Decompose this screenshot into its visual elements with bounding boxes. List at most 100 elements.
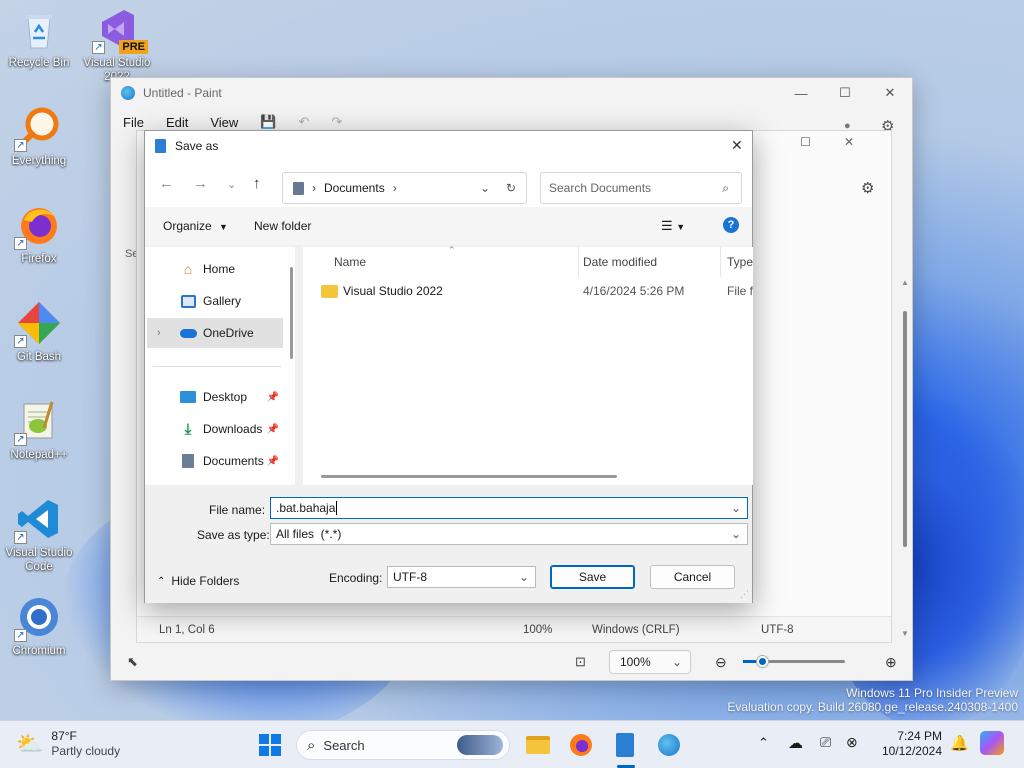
- notepad-taskbar-icon[interactable]: [611, 731, 639, 759]
- everything-search-icon: ↗: [14, 104, 62, 152]
- weather-widget[interactable]: ⛅ 87°F Partly cloudy: [16, 729, 120, 759]
- forward-arrow-icon[interactable]: →: [193, 175, 208, 192]
- paint-minimize-button[interactable]: —: [778, 78, 824, 108]
- network-disconnected-icon[interactable]: ☁: [788, 734, 803, 752]
- refresh-icon[interactable]: ↻: [506, 181, 516, 195]
- desktop-icon-firefox[interactable]: ↗ Firefox: [0, 202, 78, 266]
- desktop-icon-label: Notepad++: [10, 449, 68, 461]
- zoom-out-icon[interactable]: ⊖: [715, 654, 727, 671]
- encoding-value: UTF-8: [393, 570, 427, 584]
- menu-view[interactable]: View: [210, 115, 238, 130]
- firefox-icon: ↗: [14, 202, 62, 250]
- desktop-icon-notepad-plus-plus[interactable]: ↗ Notepad++: [0, 398, 78, 462]
- back-arrow-icon[interactable]: ←: [159, 175, 174, 192]
- nav-item-label: OneDrive: [203, 326, 254, 340]
- encoding-label: Encoding:: [329, 571, 383, 585]
- paint-vertical-scrollbar[interactable]: ▲ ▼: [901, 278, 909, 638]
- documents-location-icon: [293, 181, 304, 195]
- notepad-settings-gear-icon[interactable]: ⚙: [861, 179, 874, 197]
- start-button[interactable]: [256, 731, 284, 759]
- caret-down-icon: ▼: [219, 222, 228, 232]
- nav-item-gallery[interactable]: Gallery: [147, 286, 283, 316]
- save-icon[interactable]: 💾: [260, 114, 276, 130]
- organize-button[interactable]: Organize ▼: [163, 219, 228, 233]
- up-arrow-icon[interactable]: ↑: [253, 175, 261, 192]
- volume-muted-icon[interactable]: ⊗: [846, 734, 858, 751]
- nav-item-downloads[interactable]: ⤓ Downloads 📌: [147, 414, 283, 444]
- home-icon: ⌂: [183, 261, 193, 277]
- paint-maximize-button[interactable]: ☐: [822, 78, 868, 108]
- dialog-lower-panel: File name: .bat.bahaja ⌄ Save as type: A…: [145, 485, 752, 603]
- address-bar[interactable]: › Documents › ⌄ ↻: [282, 172, 527, 204]
- notepad-zoom: 100%: [523, 623, 553, 636]
- expand-chevron-icon[interactable]: ›: [157, 327, 161, 339]
- desktop-icon-visual-studio[interactable]: PRE ↗ Visual Studio 2022: [78, 6, 156, 84]
- notification-bell-icon[interactable]: 🔔: [950, 734, 969, 752]
- search-icon: ⌕: [722, 180, 729, 195]
- nav-item-home[interactable]: ⌂ Home: [147, 254, 283, 284]
- menu-file[interactable]: File: [123, 115, 144, 130]
- menu-edit[interactable]: Edit: [166, 115, 188, 130]
- nav-item-onedrive[interactable]: › OneDrive: [147, 318, 283, 348]
- downloads-icon: ⤓: [184, 420, 192, 438]
- notepad-close-button[interactable]: ✕: [844, 135, 854, 149]
- column-header-date-modified[interactable]: Date modified: [583, 247, 721, 277]
- file-name-input[interactable]: .bat.bahaja ⌄: [270, 497, 748, 519]
- desktop-icon-vscode[interactable]: ↗ Visual Studio Code: [0, 496, 78, 574]
- notepad-maximize-button[interactable]: ☐: [800, 135, 811, 149]
- address-dropdown-chevron-icon[interactable]: ⌄: [480, 181, 490, 195]
- save-as-type-value: All files (*.*): [276, 527, 342, 541]
- cancel-button[interactable]: Cancel: [650, 565, 735, 589]
- save-as-type-label: Save as type:: [197, 528, 270, 542]
- chevron-down-icon[interactable]: ⌄: [731, 501, 741, 515]
- new-folder-button[interactable]: New folder: [254, 219, 311, 233]
- fit-to-window-icon[interactable]: ⊡: [575, 654, 586, 670]
- recent-locations-chevron-icon[interactable]: ⌄: [227, 178, 236, 191]
- hide-folders-button[interactable]: ⌃ Hide Folders: [157, 574, 239, 588]
- paint-zoom-select[interactable]: 100% ⌄: [609, 650, 691, 674]
- text-cursor: [336, 501, 338, 515]
- dialog-close-button[interactable]: ✕: [731, 137, 743, 154]
- display-icon[interactable]: ⎚: [820, 734, 831, 751]
- paint-close-button[interactable]: ✕: [867, 78, 913, 108]
- desktop-icon-git-bash[interactable]: ↗ Git Bash: [0, 300, 78, 364]
- horizontal-scrollbar[interactable]: [303, 469, 753, 483]
- clock[interactable]: 7:24 PM 10/12/2024: [876, 729, 942, 759]
- column-label: Date modified: [583, 255, 658, 269]
- gallery-icon: [179, 293, 197, 309]
- vscode-icon: ↗: [14, 496, 62, 544]
- zoom-slider-thumb[interactable]: [757, 656, 768, 667]
- zoom-in-icon[interactable]: ⊕: [885, 654, 897, 671]
- firefox-taskbar-icon[interactable]: [567, 731, 595, 759]
- breadcrumb-documents[interactable]: Documents: [324, 181, 385, 195]
- folder-icon: [321, 284, 338, 298]
- column-header-type[interactable]: Type: [727, 247, 753, 277]
- desktop-icon-everything[interactable]: ↗ Everything: [0, 104, 78, 168]
- file-name-label: File name:: [209, 503, 266, 517]
- save-button[interactable]: Save: [550, 565, 635, 589]
- show-hidden-icons-chevron-icon[interactable]: ⌃: [758, 735, 769, 751]
- redo-icon[interactable]: ↷: [331, 114, 342, 130]
- weather-desc: Partly cloudy: [51, 744, 121, 758]
- search-documents-input[interactable]: Search Documents ⌕: [540, 172, 742, 204]
- nav-pane-scrollbar[interactable]: [290, 267, 293, 359]
- nav-item-documents[interactable]: Documents 📌: [147, 446, 283, 476]
- file-explorer-taskbar-icon[interactable]: [524, 731, 552, 759]
- file-row[interactable]: Visual Studio 2022 4/16/2024 5:26 PM Fil…: [321, 278, 753, 304]
- undo-icon[interactable]: ↶: [299, 114, 310, 130]
- help-icon[interactable]: ?: [723, 217, 739, 233]
- view-options-icon[interactable]: ☰ ▼: [661, 218, 685, 234]
- save-as-type-select[interactable]: All files (*.*) ⌄: [270, 523, 748, 545]
- taskbar-search[interactable]: ⌕ Search: [296, 730, 510, 760]
- column-header-name[interactable]: Name ⌃: [334, 245, 579, 277]
- nav-item-desktop[interactable]: Desktop 📌: [147, 382, 283, 412]
- zoom-slider[interactable]: [743, 656, 845, 667]
- paint-taskbar-icon[interactable]: [655, 731, 683, 759]
- pin-icon: 📌: [266, 391, 279, 403]
- resize-grip-icon[interactable]: ⋰: [740, 589, 749, 600]
- dialog-titlebar[interactable]: Save as ✕: [145, 131, 752, 161]
- encoding-select[interactable]: UTF-8 ⌄: [387, 566, 536, 588]
- desktop-icon-recycle-bin[interactable]: Recycle Bin: [0, 6, 78, 70]
- copilot-preview-icon[interactable]: [980, 731, 1004, 755]
- desktop-icon-chromium[interactable]: ↗ Chromium: [0, 594, 78, 658]
